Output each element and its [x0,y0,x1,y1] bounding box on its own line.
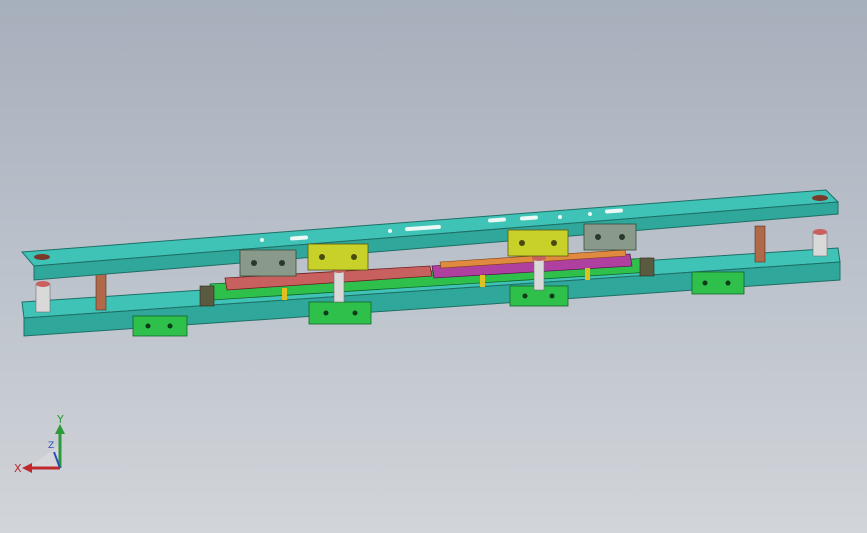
lower-clamp-block-1[interactable] [132,315,188,337]
x-axis-label: X [14,462,22,475]
upper-block-yellow-right[interactable] [507,229,569,257]
y-axis-label: Y [56,413,64,426]
lower-clamp-block-4[interactable] [691,271,745,295]
upper-block-gray-left[interactable] [239,249,297,277]
punch-right[interactable] [532,255,546,291]
lower-clamp-block-2[interactable] [308,301,372,325]
upper-block-yellow-left[interactable] [307,243,369,271]
guide-bushing-right[interactable] [812,229,828,257]
die-assembly-model[interactable] [0,0,867,533]
punch-left[interactable] [332,267,346,303]
upper-block-gray-right[interactable] [583,223,637,251]
coordinate-triad: Y X Z [14,413,65,475]
guide-pillar-left-rear[interactable] [95,269,107,311]
z-axis-label: Z [48,441,54,451]
guide-bushing-left[interactable] [35,281,51,313]
guide-pillar-right-rear[interactable] [754,225,766,263]
graphics-viewport[interactable]: Y X Z [0,0,867,533]
